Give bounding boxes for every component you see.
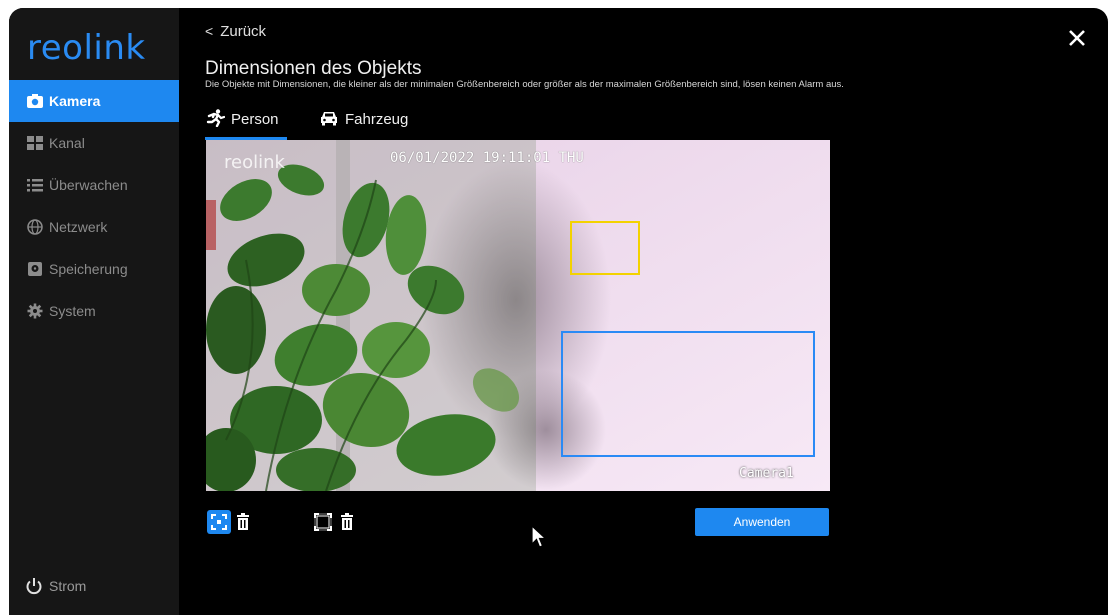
sidebar-item-speicherung[interactable]: Speicherung (9, 248, 179, 290)
power-label: Strom (49, 578, 87, 594)
sidebar-item-netzwerk[interactable]: Netzwerk (9, 206, 179, 248)
osd-timestamp: 06/01/2022 19:11:01 THU (390, 150, 584, 166)
min-size-box[interactable] (570, 221, 640, 275)
sidebar-item-system[interactable]: System (9, 290, 179, 332)
sidebar-item-label: Kamera (49, 93, 101, 109)
sidebar-item-label: System (49, 303, 96, 319)
globe-icon (27, 219, 43, 235)
car-icon (321, 112, 337, 126)
camera-icon (27, 94, 43, 108)
trash-icon (237, 513, 249, 530)
power-icon (26, 578, 42, 595)
back-label: Zurück (220, 23, 267, 40)
power-button[interactable]: Strom (9, 571, 179, 601)
osd-logo: reolink (224, 152, 285, 173)
tab-label: Person (231, 111, 279, 128)
sidebar-item-kanal[interactable]: Kanal (9, 122, 179, 164)
page-title: Dimensionen des Objekts (205, 58, 422, 79)
sidebar: reolink Kamera Kanal Überwachen Netzwerk… (9, 8, 179, 615)
sidebar-item-label: Überwachen (49, 177, 128, 193)
large-frame-icon (314, 513, 332, 531)
mouse-cursor-icon (531, 525, 547, 548)
trash-icon (341, 513, 353, 530)
main-panel: < Zurück Dimensionen des Objekts Die Obje… (179, 8, 1108, 615)
camera-preview[interactable]: reolink 06/01/2022 19:11:01 THU Camera1 (206, 140, 830, 491)
sidebar-item-label: Netzwerk (49, 219, 108, 235)
storage-icon (28, 262, 42, 276)
reolink-logo: reolink (27, 28, 146, 68)
grid-icon (27, 136, 43, 150)
max-box-select-button[interactable] (311, 510, 335, 534)
sidebar-item-label: Speicherung (49, 261, 128, 277)
sidebar-item-ueberwachen[interactable]: Überwachen (9, 164, 179, 206)
app-window: reolink Kamera Kanal Überwachen Netzwerk… (9, 8, 1108, 615)
running-person-icon (206, 109, 225, 127)
max-box-delete-button[interactable] (335, 510, 359, 534)
min-box-select-button[interactable] (207, 510, 231, 534)
list-icon (27, 179, 43, 192)
back-button[interactable]: < Zurück (205, 23, 266, 40)
max-size-box[interactable] (561, 331, 815, 457)
min-box-delete-button[interactable] (231, 510, 255, 534)
sidebar-nav: Kamera Kanal Überwachen Netzwerk Speiche… (9, 80, 179, 332)
sidebar-item-label: Kanal (49, 135, 85, 151)
page-description: Die Objekte mit Dimensionen, die kleiner… (205, 79, 844, 90)
osd-camera-name: Camera1 (739, 466, 794, 481)
tab-person[interactable]: Person (205, 108, 279, 138)
gear-icon (27, 303, 43, 319)
tab-fahrzeug[interactable]: Fahrzeug (319, 108, 408, 138)
close-icon[interactable] (1067, 28, 1087, 48)
small-frame-icon (211, 514, 227, 530)
tab-label: Fahrzeug (345, 111, 409, 128)
chevron-left-icon: < (205, 23, 214, 39)
apply-button[interactable]: Anwenden (695, 508, 829, 536)
sidebar-item-kamera[interactable]: Kamera (9, 80, 179, 122)
